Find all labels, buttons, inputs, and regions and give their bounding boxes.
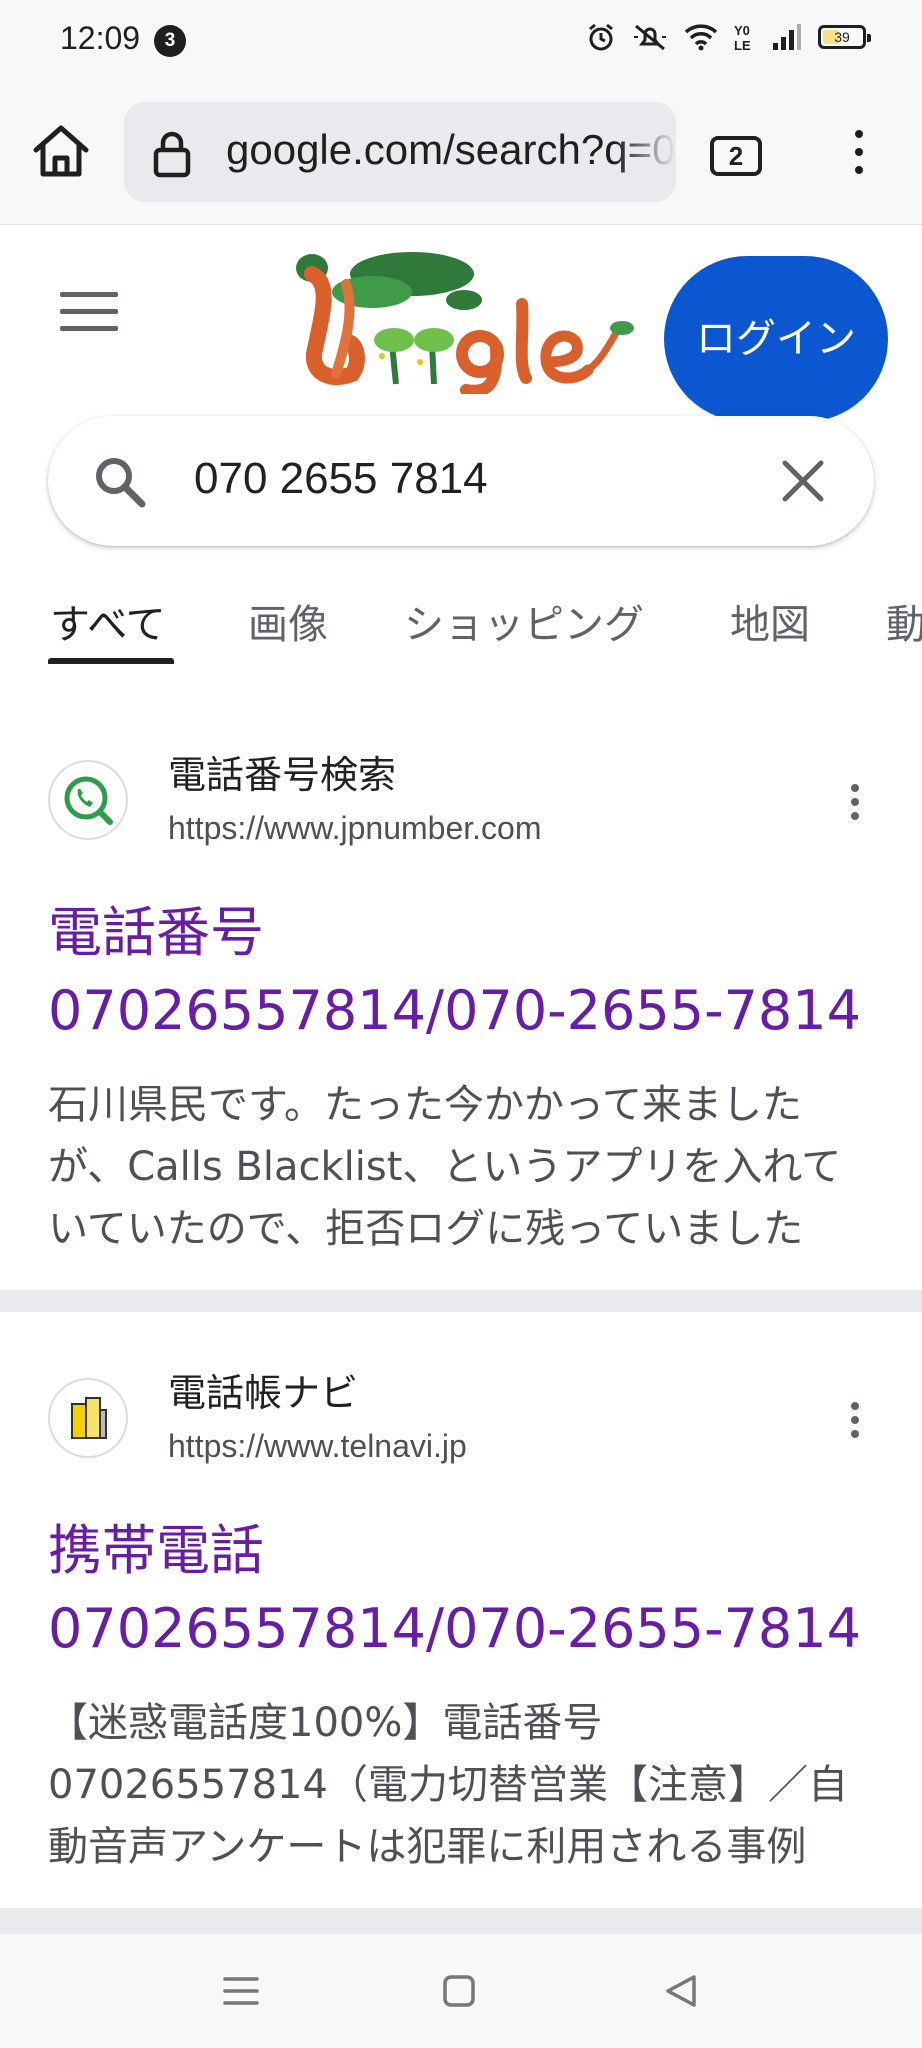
search-result: 電話番号検索 https://www.jpnumber.com 電話番号 070… (0, 694, 922, 1290)
result-options-button[interactable] (848, 784, 862, 828)
site-favicon[interactable] (48, 1378, 128, 1458)
wifi-icon (684, 24, 718, 51)
battery-icon: 39 (818, 25, 871, 49)
close-icon[interactable] (780, 458, 826, 504)
snippet-line: 07026557814（電力切替営業【注意】／自 (48, 1762, 848, 1808)
result-title-link[interactable]: 携帯電話 07026557814/070-2655-7814 (48, 1512, 874, 1668)
tab-images[interactable]: 画像 (248, 592, 328, 650)
snippet-line: 【迷惑電話度100%】電話番号 (48, 1700, 603, 1746)
home-icon (33, 125, 89, 177)
snippet-line: いていたので、拒否ログに残っていました (48, 1206, 804, 1252)
home-button[interactable] (30, 120, 92, 182)
phone-search-icon (64, 776, 113, 825)
result-title-line: 電話番号 (48, 901, 264, 964)
system-navigation-bar (0, 1934, 922, 2048)
signal-icon (773, 24, 801, 50)
result-divider (0, 1290, 922, 1312)
site-url[interactable]: https://www.telnavi.jp (168, 1428, 467, 1465)
snippet-line: が、Calls Blacklist、というアプリを入れて (48, 1144, 842, 1190)
snippet-line: 動音声アンケートは犯罪に利用される事例 (48, 1824, 807, 1870)
active-tab-indicator (48, 658, 174, 664)
url-text: google.com/search?q=070+2655+7814 (226, 126, 676, 173)
volte-icon: Y0 LE (734, 23, 751, 52)
phonebook-icon (71, 1397, 107, 1439)
notification-count-badge: 3 (154, 25, 186, 57)
browser-menu-button[interactable] (846, 130, 872, 184)
result-title-link[interactable]: 電話番号 07026557814/070-2655-7814 (48, 894, 874, 1050)
snippet-line: 石川県民です。たった今かかって来ました (48, 1082, 802, 1128)
result-title-line: 07026557814/070-2655-7814 (48, 979, 862, 1042)
main-menu-button[interactable] (60, 292, 118, 336)
site-name[interactable]: 電話番号検索 (168, 744, 396, 799)
search-tabs: すべて 画像 ショッピング 地図 動 (0, 580, 922, 695)
svg-text:LE: LE (734, 38, 751, 52)
google-doodle-logo[interactable] (292, 244, 638, 394)
result-title-line: 07026557814/070-2655-7814 (48, 1597, 862, 1660)
alarm-icon (589, 23, 613, 51)
tab-videos[interactable]: 動 (886, 592, 922, 650)
mute-icon (634, 24, 666, 51)
recent-apps-button[interactable] (222, 1974, 260, 2008)
more-vert-icon (851, 1402, 859, 1410)
result-snippet: 石川県民です。たった今かかって来ました が、Calls Blacklist、とい… (48, 1074, 868, 1260)
browser-toolbar: google.com/search?q=070+2655+7814 2 (0, 86, 922, 225)
login-button[interactable]: ログイン (664, 256, 888, 422)
site-name[interactable]: 電話帳ナビ (168, 1362, 358, 1417)
result-title-line: 携帯電話 (48, 1519, 264, 1582)
address-bar[interactable]: google.com/search?q=070+2655+7814 (124, 102, 676, 202)
status-icons: Y0 LE 39 (586, 22, 871, 52)
battery-level: 39 (834, 29, 850, 45)
lock-icon (153, 131, 191, 178)
tab-switcher-button[interactable]: 2 (710, 136, 762, 176)
tab-maps[interactable]: 地図 (730, 592, 810, 650)
result-divider (0, 1908, 922, 1934)
tab-shopping[interactable]: ショッピング (404, 592, 644, 650)
svg-text:Y0: Y0 (734, 23, 750, 38)
home-nav-button[interactable] (442, 1974, 476, 2008)
result-options-button[interactable] (848, 1402, 862, 1446)
back-button[interactable] (664, 1974, 698, 2008)
more-vert-icon (851, 784, 859, 792)
hamburger-icon (60, 292, 118, 297)
search-result: 電話帳ナビ https://www.telnavi.jp 携帯電話 070265… (0, 1312, 922, 1908)
search-icon[interactable] (92, 454, 148, 510)
search-box[interactable]: 070 2655 7814 (48, 416, 874, 546)
more-vert-icon (855, 130, 863, 138)
site-favicon[interactable] (48, 760, 128, 840)
site-url[interactable]: https://www.jpnumber.com (168, 810, 541, 847)
status-bar: 12:09 3 Y0 LE 39 (0, 0, 922, 86)
search-query-input[interactable]: 070 2655 7814 (194, 454, 488, 504)
tab-all[interactable]: すべて (50, 592, 166, 650)
result-snippet: 【迷惑電話度100%】電話番号 07026557814（電力切替営業【注意】／自… (48, 1692, 868, 1878)
clock: 12:09 (60, 20, 141, 56)
